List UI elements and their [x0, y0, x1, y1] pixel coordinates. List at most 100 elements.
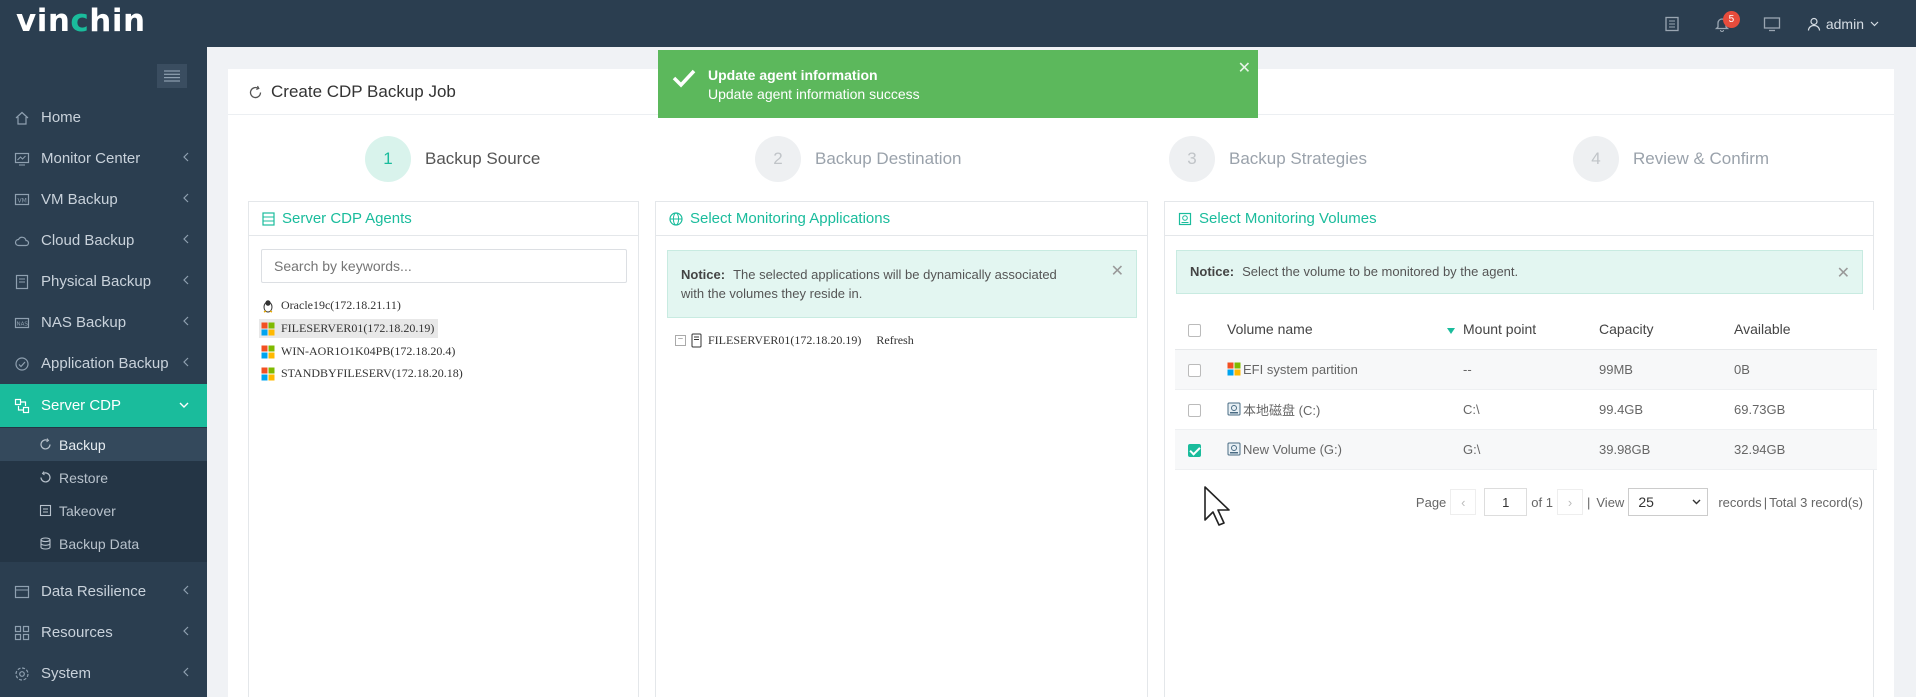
page-title: Create CDP Backup Job [248, 82, 456, 102]
refresh-link[interactable]: Refresh [876, 333, 913, 348]
disk-icon [1227, 442, 1241, 456]
table-row[interactable]: EFI system partition -- 99MB 0B [1175, 349, 1877, 390]
server-cdp-submenu: Backup Restore Takeover Backup Data [0, 427, 207, 562]
sidebar-item-resources[interactable]: Resources [0, 612, 207, 653]
row-checkbox[interactable] [1188, 363, 1201, 377]
sidebar-item-vm-backup[interactable]: VM VM Backup [0, 179, 207, 220]
volume-icon [1178, 212, 1192, 225]
resilience-icon [13, 583, 31, 601]
sidebar-item-data-resilience[interactable]: Data Resilience [0, 571, 207, 612]
mount-point: C:\ [1463, 389, 1599, 430]
row-checkbox[interactable] [1188, 403, 1201, 417]
close-icon[interactable]: ✕ [1238, 58, 1251, 78]
column-header-mount-point[interactable]: Mount point [1463, 321, 1536, 337]
column-header-available[interactable]: Available [1734, 321, 1791, 337]
resources-icon [13, 624, 31, 642]
monitor-center-icon [13, 150, 31, 168]
sidebar-item-label: Application Backup [41, 355, 169, 372]
available: 32.94GB [1734, 429, 1877, 470]
agent-item-oracle19c[interactable]: Oracle19c(172.18.21.11) [259, 296, 405, 315]
prev-page-button[interactable]: ‹ [1450, 489, 1477, 515]
volume-name: EFI system partition [1243, 361, 1358, 377]
monitoring-applications-panel: Select Monitoring Applications Notice: Th… [655, 201, 1148, 697]
monitoring-volumes-panel: Select Monitoring Volumes Notice: Select … [1164, 201, 1877, 697]
user-menu[interactable]: admin [1807, 16, 1884, 32]
sidebar-subitem-restore[interactable]: Restore [0, 461, 207, 494]
sidebar-item-label: Home [41, 109, 82, 126]
monitor-icon[interactable] [1747, 0, 1797, 47]
agent-item-win-aor1o1k04pb[interactable]: WIN-AOR1O1K04PB(172.18.20.4) [259, 342, 459, 361]
tasks-icon[interactable] [1647, 0, 1697, 47]
sidebar-item-physical-backup[interactable]: Physical Backup [0, 261, 207, 302]
windows-icon [261, 345, 275, 358]
close-icon[interactable]: ✕ [1837, 263, 1850, 283]
sidebar-item-nas-backup[interactable]: NAS NAS Backup [0, 302, 207, 343]
step-review-confirm[interactable]: 4 Review & Confirm [1573, 136, 1769, 182]
top-bar: vinchin 5 admin [0, 0, 1916, 47]
chevron-left-icon [183, 193, 189, 203]
panel-title: Select Monitoring Volumes [1199, 210, 1377, 227]
agent-item-fileserver01[interactable]: FILESERVER01(172.18.20.19) [259, 319, 439, 338]
chevron-left-icon [183, 585, 189, 595]
success-toast: Update agent information Update agent in… [658, 50, 1258, 118]
sidebar-item-monitor-center[interactable]: Monitor Center [0, 138, 207, 179]
notice-banner: Notice: Select the volume to be monitored… [1176, 250, 1863, 294]
page-input[interactable]: 1 [1484, 488, 1528, 516]
table-row[interactable]: 本地磁盘 (C:) C:\ 99.4GB 69.73GB [1175, 389, 1877, 430]
table-row[interactable]: New Volume (G:) G:\ 39.98GB 32.94GB [1175, 429, 1877, 470]
main-panel: Create CDP Backup Job 1 Backup Source 2 … [228, 69, 1894, 697]
windows-icon [261, 322, 275, 335]
refresh-icon [249, 85, 262, 98]
bell-icon[interactable]: 5 [1697, 0, 1747, 47]
chevron-left-icon [183, 626, 189, 636]
separator: | [1586, 494, 1591, 510]
panel-title: Select Monitoring Applications [690, 210, 891, 227]
row-checkbox[interactable] [1188, 443, 1201, 457]
agent-item-standbyfileserv[interactable]: STANDBYFILESERV(172.18.20.18) [259, 364, 467, 383]
sidebar-toggle-button[interactable] [157, 64, 187, 88]
sidebar-item-server-cdp[interactable]: Server CDP [0, 384, 207, 427]
sidebar-item-label: Cloud Backup [41, 232, 135, 249]
sidebar-item-system[interactable]: System [0, 653, 207, 694]
total-records: Total 3 record(s) [1769, 494, 1863, 510]
capacity: 99.4GB [1599, 389, 1734, 430]
sidebar-subitem-backup-data[interactable]: Backup Data [0, 527, 207, 560]
sort-icon[interactable] [1447, 327, 1455, 335]
checkmark-icon [672, 69, 696, 88]
collapse-icon[interactable]: − [675, 335, 686, 346]
sidebar-item-home[interactable]: Home [0, 97, 207, 138]
menu-icon [164, 70, 180, 82]
step-backup-strategies[interactable]: 3 Backup Strategies [1169, 136, 1367, 182]
column-header-capacity[interactable]: Capacity [1599, 321, 1653, 337]
sidebar: Home Monitor Center VM VM Backup Cloud B… [0, 47, 207, 697]
svg-text:VM: VM [18, 197, 27, 204]
svg-text:NAS: NAS [17, 321, 29, 327]
sidebar-subitem-backup[interactable]: Backup [0, 428, 207, 461]
agent-search-input[interactable] [261, 249, 627, 283]
step-label: Backup Source [425, 149, 541, 168]
step-number: 3 [1169, 136, 1215, 182]
windows-icon [261, 367, 275, 380]
close-icon[interactable]: ✕ [1111, 261, 1124, 281]
mount-point: -- [1463, 349, 1599, 390]
nas-icon: NAS [13, 314, 31, 332]
sidebar-item-label: Data Resilience [41, 583, 147, 600]
sidebar-item-application-backup[interactable]: Application Backup [0, 343, 207, 384]
select-all-checkbox[interactable] [1188, 324, 1201, 338]
chevron-left-icon [183, 152, 189, 162]
page-size-select[interactable]: 25 [1628, 488, 1709, 516]
capacity: 99MB [1599, 349, 1734, 390]
column-header-volume-name[interactable]: Volume name [1227, 321, 1313, 337]
vm-icon: VM [13, 191, 31, 209]
application-tree-node[interactable]: − FILESERVER01(172.18.20.19) Refresh [675, 333, 914, 348]
sidebar-item-cloud-backup[interactable]: Cloud Backup [0, 220, 207, 261]
next-page-button[interactable]: › [1556, 489, 1583, 515]
step-backup-destination[interactable]: 2 Backup Destination [755, 136, 961, 182]
globe-icon [669, 211, 683, 226]
vinchin-logo[interactable]: vinchin [16, 3, 146, 39]
available: 69.73GB [1734, 389, 1877, 430]
volumes-table: Volume name Mount point Capacity Availab… [1175, 310, 1877, 470]
sidebar-subitem-takeover[interactable]: Takeover [0, 494, 207, 527]
mouse-cursor-icon [1204, 486, 1230, 526]
step-backup-source[interactable]: 1 Backup Source [365, 136, 540, 182]
